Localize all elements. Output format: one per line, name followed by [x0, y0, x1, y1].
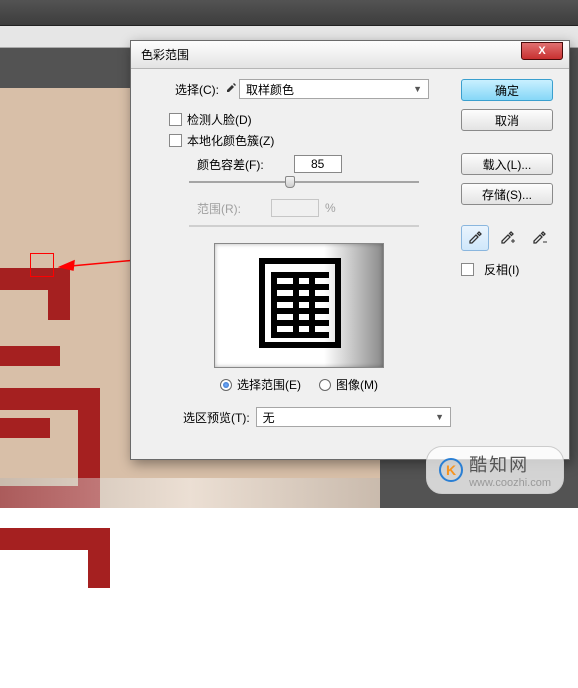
- fuzziness-slider[interactable]: [189, 175, 419, 189]
- color-range-dialog: 色彩范围 X 选择(C): 取样颜色 ▼ 检测人脸(D) 本地化颜色簇(Z): [130, 40, 570, 460]
- dialog-title: 色彩范围: [141, 46, 189, 63]
- detect-faces-label: 检测人脸(D): [187, 111, 252, 128]
- invert-checkbox[interactable]: [461, 263, 474, 276]
- fuzziness-input[interactable]: 85: [294, 155, 342, 173]
- select-dropdown[interactable]: 取样颜色 ▼: [239, 79, 429, 99]
- selection-preview-value: 无: [263, 409, 275, 426]
- range-slider: [189, 219, 419, 233]
- localized-clusters-label: 本地化颜色簇(Z): [187, 132, 274, 149]
- invert-label: 反相(I): [484, 261, 519, 278]
- preview-image[interactable]: [214, 243, 384, 368]
- image-radio-label: 图像(M): [336, 376, 378, 393]
- select-label: 选择(C):: [175, 81, 219, 98]
- sample-marker: [30, 253, 54, 277]
- range-input: [271, 199, 319, 217]
- watermark-logo: K: [439, 458, 463, 482]
- ok-button[interactable]: 确定: [461, 79, 553, 101]
- detect-faces-checkbox[interactable]: [169, 113, 182, 126]
- eyedropper-tool[interactable]: [461, 225, 489, 251]
- selection-preview-label: 选区预览(T):: [183, 409, 250, 426]
- eyedropper-icon: [225, 82, 239, 97]
- select-value: 取样颜色: [246, 81, 294, 98]
- canvas-bottom-shine: [0, 478, 380, 508]
- range-unit: %: [325, 201, 336, 215]
- eyedropper-minus-tool[interactable]: [525, 225, 553, 251]
- chevron-down-icon: ▼: [435, 412, 444, 422]
- selection-radio-label: 选择范围(E): [237, 376, 301, 393]
- dialog-titlebar[interactable]: 色彩范围 X: [131, 41, 569, 69]
- range-label: 范围(R):: [197, 200, 241, 217]
- image-radio[interactable]: [319, 379, 331, 391]
- watermark-text: 酷知网: [469, 451, 551, 477]
- fuzziness-label: 颜色容差(F):: [197, 156, 264, 173]
- localized-clusters-checkbox[interactable]: [169, 134, 182, 147]
- selection-preview-dropdown[interactable]: 无 ▼: [256, 407, 451, 427]
- close-button[interactable]: X: [521, 42, 563, 60]
- eyedropper-plus-tool[interactable]: [493, 225, 521, 251]
- watermark-url: www.coozhi.com: [469, 477, 551, 489]
- load-button[interactable]: 载入(L)...: [461, 153, 553, 175]
- save-button[interactable]: 存储(S)...: [461, 183, 553, 205]
- chevron-down-icon: ▼: [413, 84, 422, 94]
- watermark: K 酷知网 www.coozhi.com: [426, 446, 564, 494]
- cancel-button[interactable]: 取消: [461, 109, 553, 131]
- app-menubar: [0, 0, 578, 26]
- selection-radio[interactable]: [220, 379, 232, 391]
